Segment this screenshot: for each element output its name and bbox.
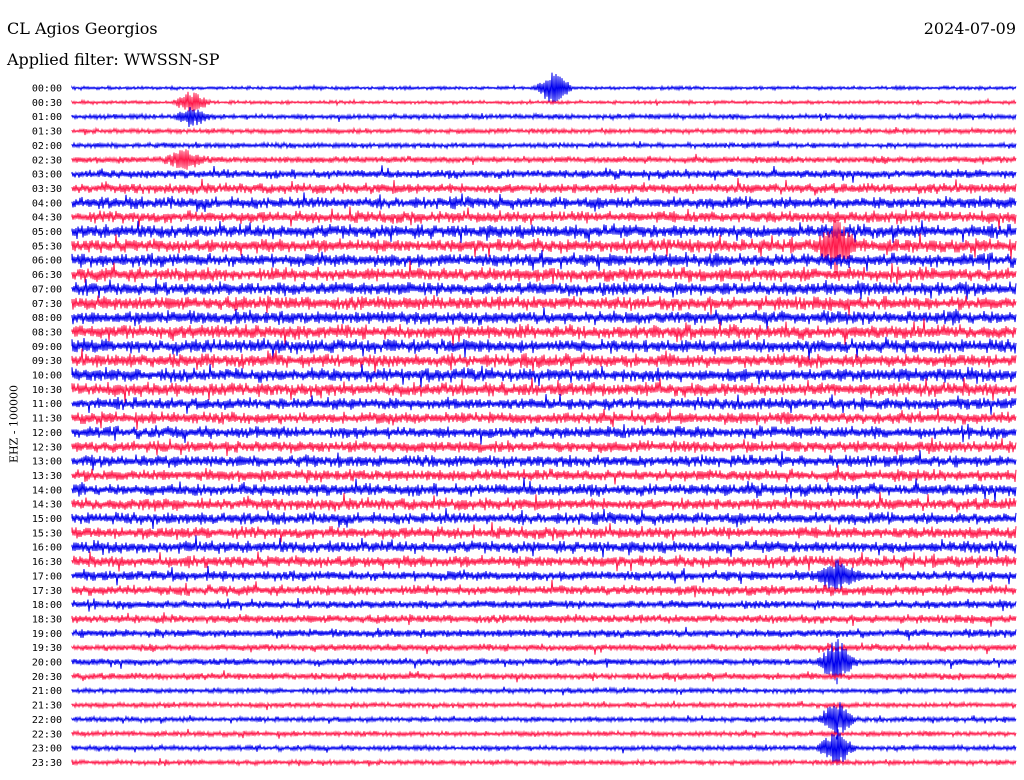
time-tick-label: 05:30 [32, 241, 62, 252]
time-tick-label: 20:30 [32, 672, 62, 683]
seismic-trace [71, 535, 1017, 558]
time-tick-label: 15:30 [32, 528, 62, 539]
seismic-trace [71, 551, 1017, 572]
time-tick-label: 23:30 [32, 758, 62, 769]
seismic-trace [71, 491, 1017, 513]
seismic-trace [71, 700, 1017, 711]
seismic-trace [71, 477, 1017, 502]
time-tick-label: 00:30 [32, 98, 62, 109]
time-tick-label: 18:00 [32, 600, 62, 611]
time-tick-label: 08:00 [32, 313, 62, 324]
seismic-trace [71, 307, 1017, 330]
time-tick-label: 07:00 [32, 284, 62, 295]
seismic-trace [71, 249, 1017, 272]
seismic-trace [71, 364, 1017, 388]
seismic-trace [71, 192, 1017, 212]
seismic-trace [71, 177, 1017, 196]
seismic-trace [71, 642, 1017, 655]
seismic-trace [71, 728, 1017, 739]
time-tick-label: 13:30 [32, 471, 62, 482]
time-tick-label: 09:00 [32, 342, 62, 353]
time-tick-label: 14:30 [32, 500, 62, 511]
seismogram-chart: 00:00 00:30 01:00 01:30 02:00 02:30 03:00 03:30… [32, 72, 1017, 769]
time-tick-label: 04:30 [32, 213, 62, 224]
time-tick-label: 19:30 [32, 643, 62, 654]
time-tick-label: 06:30 [32, 270, 62, 281]
time-tick-label: 09:30 [32, 356, 62, 367]
seismic-trace [71, 260, 1017, 285]
seismic-trace [71, 72, 1017, 104]
time-tick-label: 08:30 [32, 327, 62, 338]
seismic-trace [71, 423, 1017, 445]
seismic-trace [71, 126, 1017, 136]
time-tick-label: 22:30 [32, 729, 62, 740]
time-tick-label: 19:00 [32, 629, 62, 640]
time-tick-label: 02:00 [32, 141, 62, 152]
time-tick-label: 11:30 [32, 414, 62, 425]
seismic-trace [71, 597, 1017, 612]
time-tick-label: 16:00 [32, 543, 62, 554]
time-tick-label: 21:30 [32, 701, 62, 712]
time-tick-label: 14:00 [32, 485, 62, 496]
seismic-trace [71, 465, 1017, 485]
time-tick-label: 17:00 [32, 571, 62, 582]
seismic-trace [71, 626, 1017, 641]
time-tick-label: 11:00 [32, 399, 62, 410]
seismic-trace [71, 394, 1017, 415]
time-tick-label: 04:00 [32, 198, 62, 209]
time-tick-label: 12:30 [32, 442, 62, 453]
seismic-trace [71, 579, 1017, 598]
time-tick-label: 12:00 [32, 428, 62, 439]
seismic-trace [71, 165, 1017, 183]
seismic-trace [71, 612, 1017, 627]
time-tick-label: 10:00 [32, 371, 62, 382]
time-tick-label: 13:00 [32, 457, 62, 468]
time-tick-label: 01:30 [32, 127, 62, 138]
seismic-trace [71, 757, 1017, 768]
seismic-trace [71, 408, 1017, 430]
seismic-trace [71, 348, 1017, 373]
time-tick-label: 23:00 [32, 744, 62, 755]
seismic-trace [71, 206, 1017, 230]
time-tick-label: 21:00 [32, 686, 62, 697]
seismic-trace [71, 670, 1017, 683]
seismic-trace [71, 91, 1017, 112]
seismic-trace [71, 450, 1017, 471]
seismic-trace [71, 686, 1017, 696]
time-tick-label: 01:00 [32, 112, 62, 123]
seismic-trace [71, 437, 1017, 457]
time-tick-label: 17:30 [32, 586, 62, 597]
seismic-trace [71, 107, 1017, 128]
time-tick-label: 03:00 [32, 170, 62, 181]
seismic-trace [71, 278, 1017, 300]
seismic-trace [71, 508, 1017, 530]
time-tick-label: 15:00 [32, 514, 62, 525]
time-tick-label: 20:00 [32, 658, 62, 669]
time-tick-label: 03:30 [32, 184, 62, 195]
seismic-trace [71, 377, 1017, 403]
time-tick-label: 18:30 [32, 614, 62, 625]
seismic-trace [71, 140, 1017, 151]
time-tick-label: 06:00 [32, 256, 62, 267]
seismic-trace [71, 220, 1017, 244]
time-tick-label: 07:30 [32, 299, 62, 310]
time-tick-label: 00:00 [32, 84, 62, 95]
seismic-trace [71, 522, 1017, 543]
time-tick-label: 10:30 [32, 385, 62, 396]
time-tick-label: 05:00 [32, 227, 62, 238]
time-tick-label: 16:30 [32, 557, 62, 568]
time-tick-label: 02:30 [32, 155, 62, 166]
time-tick-label: 22:00 [32, 715, 62, 726]
